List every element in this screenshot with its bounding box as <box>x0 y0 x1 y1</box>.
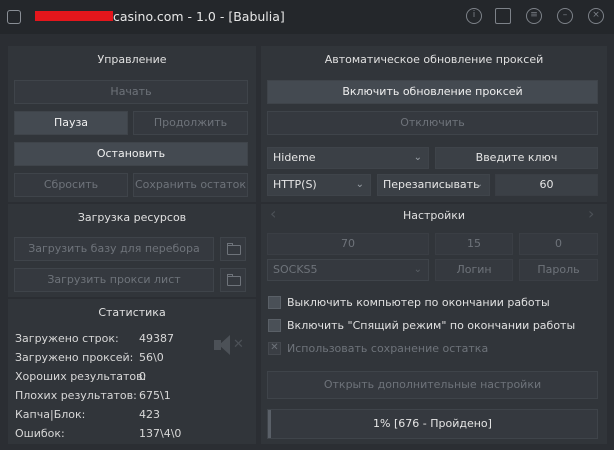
control-title: Управление <box>97 53 167 66</box>
proxy-title: Автоматическое обновление проксей <box>324 53 544 66</box>
login-input[interactable]: Логин <box>435 259 513 281</box>
enter-key-button[interactable]: Введите ключ <box>435 147 598 169</box>
save-rest-button[interactable]: Сохранить остаток <box>133 173 248 197</box>
folder-icon[interactable] <box>495 8 511 24</box>
info-icon[interactable]: i <box>466 8 482 24</box>
stat-value-proxies: 56\0 <box>139 351 164 364</box>
protocol-value: HTTP(S) <box>273 178 317 191</box>
folder-icon-body <box>227 276 241 286</box>
settings-title: Настройки <box>402 209 466 222</box>
mode-value: Перезаписывать <box>383 178 480 191</box>
resume-button[interactable]: Продолжить <box>133 111 248 135</box>
pause-button[interactable]: Пауза <box>14 111 128 135</box>
mode-select[interactable]: Перезаписывать ⌄ <box>377 174 490 196</box>
load-proxy-folder-button[interactable] <box>220 268 246 292</box>
disable-proxy-button[interactable]: Отключить <box>267 111 598 135</box>
stat-value-captcha: 423 <box>139 408 160 421</box>
progress-text: 1% [676 - Пройдено] <box>373 417 492 430</box>
stat-label-proxies: Загружено проксей: <box>15 351 134 364</box>
retries-input[interactable]: 0 <box>519 233 598 255</box>
protocol-select[interactable]: HTTP(S) ⌄ <box>267 174 371 196</box>
load-proxy-button[interactable]: Загрузить прокси лист <box>14 268 214 292</box>
close-icon[interactable]: × <box>588 8 604 24</box>
proxy-type-value: SOCKS5 <box>273 263 318 276</box>
password-input[interactable]: Пароль <box>519 259 598 281</box>
chevron-down-icon: ⌄ <box>413 264 422 275</box>
window-title: casino.com - 1.0 - [Babulia] <box>113 9 285 24</box>
stat-label-captcha: Капча|Блок: <box>15 408 86 421</box>
redacted-title-part <box>35 11 113 21</box>
stop-button[interactable]: Остановить <box>14 142 248 166</box>
stat-value-bad: 675\1 <box>139 389 171 402</box>
interval-input[interactable]: 60 <box>495 174 598 196</box>
folder-icon-body <box>227 245 241 255</box>
start-button[interactable]: Начать <box>14 80 248 104</box>
stat-value-lines: 49387 <box>139 332 174 345</box>
chevron-right-icon[interactable]: › <box>588 204 594 223</box>
proxy-source-select[interactable]: Hideme ⌄ <box>267 147 429 169</box>
use-rest-label: Использовать сохранение остатка <box>287 342 489 355</box>
shutdown-label: Выключить компьютер по окончании работы <box>287 296 550 309</box>
resources-title: Загрузка ресурсов <box>77 211 187 224</box>
use-rest-checkbox[interactable]: ✕ <box>268 342 281 355</box>
chevron-down-icon: ⌄ <box>355 179 364 190</box>
proxy-type-select[interactable]: SOCKS5 ⌄ <box>267 259 429 281</box>
reset-button[interactable]: Сбросить <box>14 173 128 197</box>
app-logo-icon <box>7 10 21 24</box>
minimize-icon[interactable]: – <box>557 8 573 24</box>
stats-title: Статистика <box>98 306 166 319</box>
sleep-checkbox[interactable] <box>268 319 281 332</box>
timeout-input[interactable]: 15 <box>435 233 513 255</box>
open-more-settings-button[interactable]: Открыть дополнительные настройки <box>267 371 598 399</box>
stat-value-good: 0 <box>139 370 146 383</box>
sleep-label: Включить "Спящий режим" по окончании раб… <box>287 319 576 332</box>
load-base-button[interactable]: Загрузить базу для перебора <box>14 237 214 261</box>
threads-input[interactable]: 70 <box>267 233 429 255</box>
stat-label-good: Хороших результатов: <box>15 370 147 383</box>
stat-label-errors: Ошибок: <box>15 427 65 440</box>
chevron-down-icon: ⌄ <box>413 152 422 163</box>
stat-label-lines: Загружено строк: <box>15 332 119 345</box>
stat-label-bad: Плохих результатов: <box>15 389 137 402</box>
sound-muted-icon-cone <box>219 335 230 355</box>
chevron-down-icon: ⌄ <box>474 179 483 190</box>
enable-proxy-button[interactable]: Включить обновление проксей <box>267 80 598 104</box>
mute-x-icon: ✕ <box>233 337 244 352</box>
load-base-folder-button[interactable] <box>220 237 246 261</box>
progress-bar: 1% [676 - Пройдено] <box>267 409 598 439</box>
menu-icon[interactable]: ≡ <box>526 8 542 24</box>
proxy-source-value: Hideme <box>273 151 316 164</box>
stat-value-errors: 137\4\0 <box>139 427 182 440</box>
shutdown-checkbox[interactable] <box>268 296 281 309</box>
